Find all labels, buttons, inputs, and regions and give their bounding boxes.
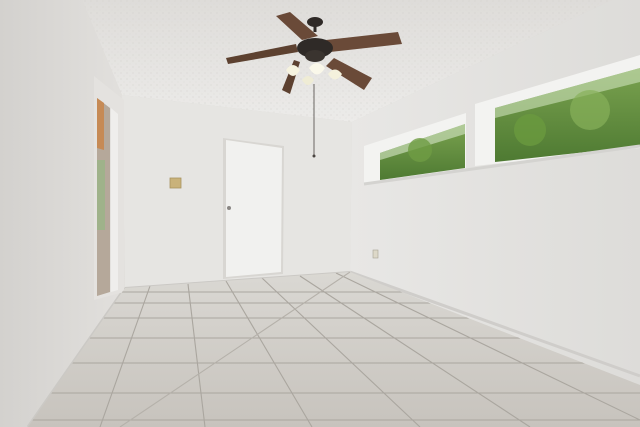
wall-outlet — [372, 249, 379, 259]
door-knob[interactable] — [227, 206, 231, 210]
room-scene — [0, 0, 640, 427]
light-switch[interactable] — [169, 177, 182, 189]
open-doorway[interactable] — [94, 76, 124, 300]
interior-door[interactable] — [223, 138, 284, 279]
